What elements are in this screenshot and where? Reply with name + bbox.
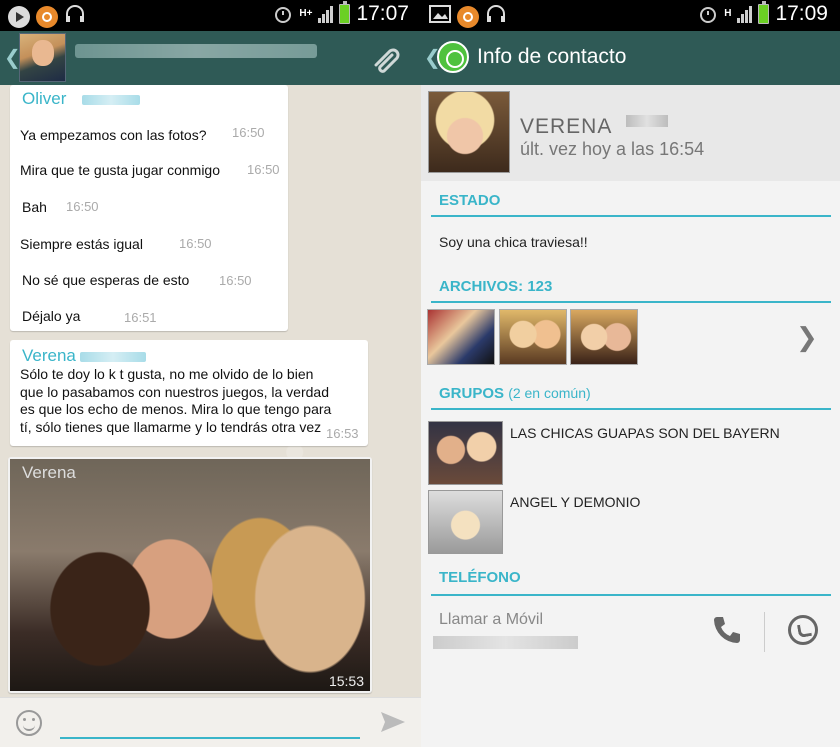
- redacted-chip: [626, 115, 668, 127]
- message-input[interactable]: [60, 737, 360, 739]
- status-bar: H+ 17:07: [0, 0, 421, 31]
- section-archivos: ARCHIVOS: 123: [439, 278, 553, 295]
- send-icon[interactable]: [380, 710, 406, 734]
- contact-info-screen: H 17:09 ❮ Info de contacto VERENA últ. v…: [421, 0, 840, 747]
- divider: [764, 612, 765, 652]
- message-time: 15:53: [328, 673, 364, 689]
- alarm-icon: [275, 7, 292, 23]
- section-grupos: GRUPOS (2 en común): [439, 385, 591, 402]
- media-thumbnail[interactable]: [427, 309, 495, 365]
- status-bar: H 17:09: [421, 0, 840, 31]
- contact-profile: VERENA últ. vez hoy a las 16:54: [421, 85, 840, 181]
- chat-header: ❮: [0, 31, 421, 85]
- status-text[interactable]: Soy una chica traviesa!!: [439, 234, 588, 250]
- alarm-icon: [700, 7, 717, 23]
- headphones-icon: [64, 4, 86, 29]
- sender-name: Verena: [22, 346, 76, 365]
- emoji-icon[interactable]: [16, 710, 42, 736]
- section-telefono: TELÉFONO: [439, 569, 521, 586]
- page-title: Info de contacto: [477, 45, 627, 68]
- headphones-icon: [485, 4, 507, 29]
- media-thumbnail[interactable]: [499, 309, 567, 365]
- phone-icon[interactable]: [711, 614, 743, 646]
- attach-icon[interactable]: [370, 43, 404, 73]
- divider: [431, 594, 831, 596]
- contact-photo[interactable]: [428, 91, 510, 173]
- message-text: Siempre estás igual: [20, 236, 143, 252]
- message-time: 16:50: [219, 273, 252, 288]
- battery-icon: [339, 1, 351, 24]
- message-time: 16:50: [179, 236, 212, 251]
- message-time: 16:50: [232, 125, 265, 140]
- info-header: ❮ Info de contacto: [421, 31, 840, 85]
- shared-photo[interactable]: Verena 15:53: [10, 459, 370, 691]
- whatsapp-logo-icon[interactable]: [437, 41, 469, 73]
- play-icon: [8, 5, 30, 28]
- message-group-oliver: Oliver Ya empezamos con las fotos? 16:50…: [10, 85, 288, 331]
- app-icon: [457, 5, 479, 28]
- signal-icon: [318, 5, 334, 23]
- grupos-label: GRUPOS: [439, 385, 505, 402]
- network-type: H: [724, 8, 732, 19]
- status-time: 17:09: [775, 2, 828, 25]
- message-text: Ya empezamos con las fotos?: [20, 127, 207, 143]
- chat-body[interactable]: Oliver Ya empezamos con las fotos? 16:50…: [0, 85, 421, 697]
- message-text: No sé que esperas de esto: [22, 272, 190, 288]
- redacted-chip: [80, 352, 146, 362]
- image-message[interactable]: Verena 15:53: [8, 457, 372, 693]
- message-text: Mira que te gusta jugar conmigo: [20, 162, 220, 178]
- signal-icon: [737, 5, 753, 23]
- message-verena: Verena Sólo te doy lo k t gusta, no me o…: [10, 340, 368, 446]
- contact-name: VERENA: [520, 115, 613, 138]
- group-name[interactable]: ANGEL Y DEMONIO: [510, 494, 640, 510]
- divider: [431, 215, 831, 217]
- group-avatar[interactable]: [428, 490, 503, 554]
- gallery-icon: [429, 4, 451, 29]
- chevron-right-icon[interactable]: ❯: [796, 322, 818, 353]
- status-time: 17:07: [356, 2, 409, 25]
- media-thumbnail[interactable]: [570, 309, 638, 365]
- divider: [431, 408, 831, 410]
- sender-name: Verena: [22, 463, 76, 482]
- network-type: H+: [299, 8, 313, 19]
- battery-icon: [758, 1, 770, 24]
- message-text: Sólo te doy lo k t gusta, no me olvido d…: [20, 366, 332, 435]
- group-avatar[interactable]: [428, 421, 503, 485]
- app-icon: [36, 5, 58, 28]
- divider: [431, 301, 831, 303]
- message-time: 16:53: [326, 426, 359, 441]
- call-mobile-label[interactable]: Llamar a Móvil: [439, 611, 543, 629]
- message-time: 16:50: [247, 162, 280, 177]
- contact-avatar[interactable]: [19, 33, 66, 82]
- group-name[interactable]: LAS CHICAS GUAPAS SON DEL BAYERN: [510, 425, 780, 441]
- message-text: Bah: [22, 199, 47, 215]
- contact-name-redacted[interactable]: [75, 44, 317, 58]
- section-estado: ESTADO: [439, 192, 501, 209]
- message-time: 16:51: [124, 310, 157, 325]
- redacted-chip: [82, 95, 140, 105]
- grupos-count: (2 en común): [508, 385, 591, 401]
- sender-name: Oliver: [22, 89, 67, 108]
- message-time: 16:50: [66, 199, 99, 214]
- redacted-phone-number: [433, 636, 578, 649]
- message-input-bar: [0, 697, 421, 747]
- last-seen: últ. vez hoy a las 16:54: [520, 139, 705, 159]
- whatsapp-call-icon[interactable]: [788, 615, 818, 645]
- chat-screen: H+ 17:07 ❮ Oliver Ya empezamos con las f…: [0, 0, 421, 747]
- message-text: Déjalo ya: [22, 308, 81, 324]
